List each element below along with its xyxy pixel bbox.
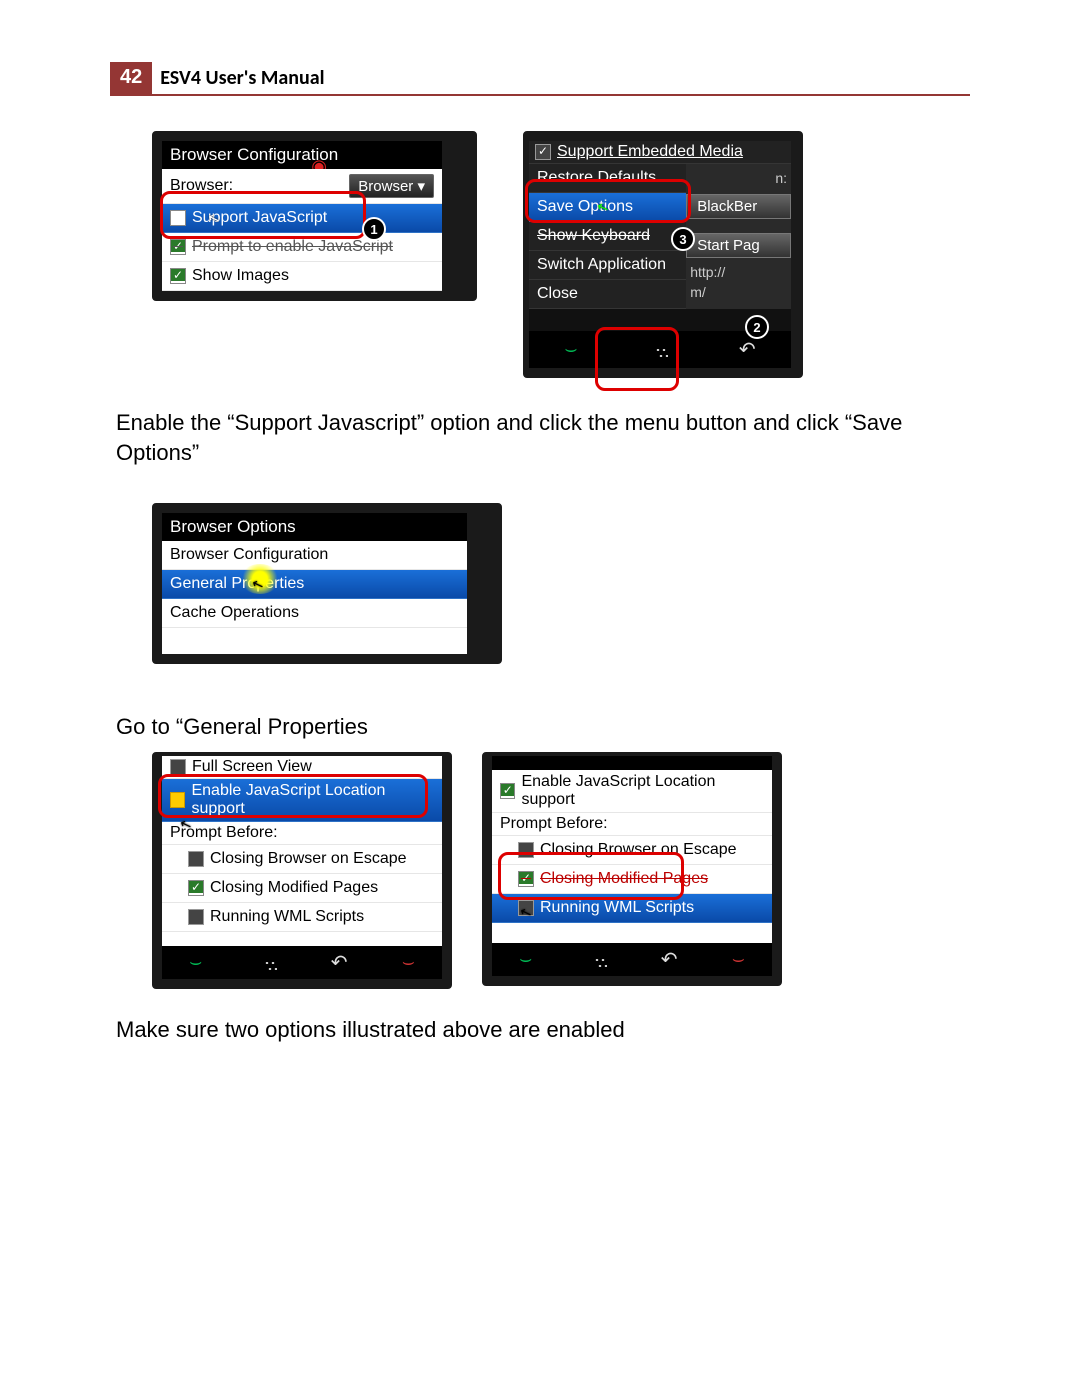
- show-keyboard-row[interactable]: Show Keyboard: [529, 222, 686, 251]
- browser-options-title: Browser Options: [162, 513, 467, 541]
- enable-js-location-row[interactable]: Enable JavaScript Location support: [162, 779, 442, 822]
- support-javascript-row[interactable]: Support JavaScript ↖: [162, 204, 442, 233]
- restore-defaults-row[interactable]: Restore Defaults: [529, 164, 686, 193]
- back-icon[interactable]: ↶: [331, 950, 348, 975]
- switch-app-label: Switch Application: [537, 256, 666, 274]
- checkbox-icon: [500, 783, 515, 799]
- call-icon[interactable]: ⌣: [519, 948, 532, 971]
- menu-button-icon[interactable]: [648, 343, 668, 357]
- close-modified-row[interactable]: Closing Modified Pages: [162, 874, 442, 903]
- checkbox-icon: [188, 909, 204, 925]
- checkbox-icon: [170, 239, 186, 255]
- addr-http: http://: [686, 260, 791, 284]
- checkbox-icon: [170, 268, 186, 284]
- blackberry-button[interactable]: BlackBer: [686, 194, 791, 219]
- fullscreen-label: Full Screen View: [192, 758, 312, 776]
- browser-config-label: Browser Configuration: [170, 546, 328, 564]
- close-modified-label: Closing Modified Pages: [210, 879, 378, 897]
- cache-operations-row[interactable]: Cache Operations: [162, 599, 467, 628]
- close-escape-row[interactable]: Closing Browser on Escape: [162, 845, 442, 874]
- annotation-3: 3: [671, 227, 695, 251]
- cache-operations-label: Cache Operations: [170, 604, 299, 622]
- run-wml-row[interactable]: Running WML Scripts ↖: [492, 894, 772, 923]
- manual-title: ESV4 User's Manual: [152, 62, 970, 96]
- figure-row-3: Full Screen View Enable JavaScript Locat…: [152, 752, 970, 989]
- checkbox-icon: [170, 792, 185, 808]
- browser-dropdown[interactable]: Browser ▾: [349, 174, 434, 198]
- checkbox-icon: [518, 871, 534, 887]
- enable-js-loc-label: Enable JavaScript Location support: [521, 773, 764, 809]
- fullscreen-row[interactable]: Full Screen View: [162, 756, 442, 779]
- prompt-before-label: Prompt Before:: [500, 815, 608, 833]
- call-icon[interactable]: ⌣: [189, 951, 202, 974]
- back-icon[interactable]: ↶: [739, 337, 756, 362]
- browser-dropdown-row: Browser: Browser ▾: [162, 169, 442, 204]
- show-images-row[interactable]: Show Images: [162, 262, 442, 291]
- checkbox-icon: [535, 144, 551, 160]
- addr-mn: m/: [686, 284, 791, 300]
- close-row[interactable]: Close: [529, 280, 686, 309]
- menu-button-icon[interactable]: [257, 956, 277, 970]
- instruction-paragraph-2: Go to “General Properties: [116, 712, 970, 742]
- show-images-label: Show Images: [192, 267, 289, 285]
- page-header: 42 ESV4 User's Manual: [110, 62, 970, 96]
- close-modified-label: Closing Modified Pages: [540, 870, 708, 888]
- save-options-row[interactable]: Save Options ↖: [529, 193, 686, 222]
- checkbox-icon: [170, 210, 186, 226]
- run-wml-label: Running WML Scripts: [210, 908, 364, 926]
- close-label: Close: [537, 285, 578, 303]
- enable-js-loc-label: Enable JavaScript Location support: [191, 782, 434, 818]
- instruction-paragraph-1: Enable the “Support Javascript” option a…: [116, 408, 970, 467]
- support-media-label: Support Embedded Media: [557, 143, 743, 161]
- close-escape-label: Closing Browser on Escape: [540, 841, 737, 859]
- end-icon[interactable]: ⌣: [732, 948, 745, 971]
- prompt-js-row[interactable]: Prompt to enable JavaScript: [162, 233, 442, 262]
- annotation-2: 2: [745, 315, 769, 339]
- checkbox-icon: [188, 851, 204, 867]
- prompt-before-row: Prompt Before:: [492, 813, 772, 836]
- instruction-paragraph-3: Make sure two options illustrated above …: [116, 1015, 970, 1045]
- page-number: 42: [110, 62, 152, 96]
- figure-1b: Support Embedded Media Restore Defaults …: [523, 131, 803, 378]
- enable-js-location-row[interactable]: Enable JavaScript Location support: [492, 770, 772, 813]
- end-icon[interactable]: ⌣: [402, 951, 415, 974]
- checkbox-icon: [170, 759, 186, 775]
- startpage-button[interactable]: Start Pag: [686, 233, 791, 258]
- general-properties-label: General Properties: [170, 575, 304, 593]
- prompt-before-row: Prompt Before: ↖: [162, 822, 442, 845]
- close-modified-row[interactable]: Closing Modified Pages: [492, 865, 772, 894]
- call-icon[interactable]: ⌣: [564, 338, 577, 361]
- checkbox-icon: [188, 880, 204, 896]
- figure-3a: Full Screen View Enable JavaScript Locat…: [152, 752, 452, 989]
- browser-label: Browser:: [170, 177, 233, 195]
- general-properties-row[interactable]: General Properties ↖: [162, 570, 467, 599]
- figure-row-1: Browser Configuration ◉ Browser: Browser…: [152, 131, 970, 378]
- save-options-label: Save Options: [537, 198, 633, 216]
- figure-1a: Browser Configuration ◉ Browser: Browser…: [152, 131, 477, 378]
- back-icon[interactable]: ↶: [661, 947, 678, 972]
- addr-n: n:: [686, 164, 791, 192]
- annotation-1: 1: [362, 217, 386, 241]
- close-escape-row[interactable]: Closing Browser on Escape: [492, 836, 772, 865]
- figure-3b: Enable JavaScript Location support Promp…: [482, 752, 782, 989]
- close-escape-label: Closing Browser on Escape: [210, 850, 407, 868]
- switch-app-row[interactable]: Switch Application: [529, 251, 686, 280]
- checkbox-icon: [518, 842, 534, 858]
- show-keyboard-label: Show Keyboard: [537, 227, 650, 245]
- soft-key-bar: ⌣ ↶ ⌣: [492, 943, 772, 976]
- run-wml-row[interactable]: Running WML Scripts: [162, 903, 442, 932]
- restore-label: Restore Defaults: [537, 169, 656, 187]
- prompt-js-label: Prompt to enable JavaScript: [192, 238, 393, 256]
- browser-config-row[interactable]: Browser Configuration: [162, 541, 467, 570]
- screen-title: Browser Configuration ◉: [162, 141, 442, 169]
- document-page: 42 ESV4 User's Manual Browser Configurat…: [0, 0, 1080, 1121]
- menu-button-icon[interactable]: [587, 953, 607, 967]
- support-media-row[interactable]: Support Embedded Media: [529, 141, 791, 164]
- figure-2: Browser Options Browser Configuration Ge…: [152, 503, 502, 664]
- soft-key-bar: ⌣ ↶ ⌣: [162, 946, 442, 979]
- run-wml-label: Running WML Scripts: [540, 899, 694, 917]
